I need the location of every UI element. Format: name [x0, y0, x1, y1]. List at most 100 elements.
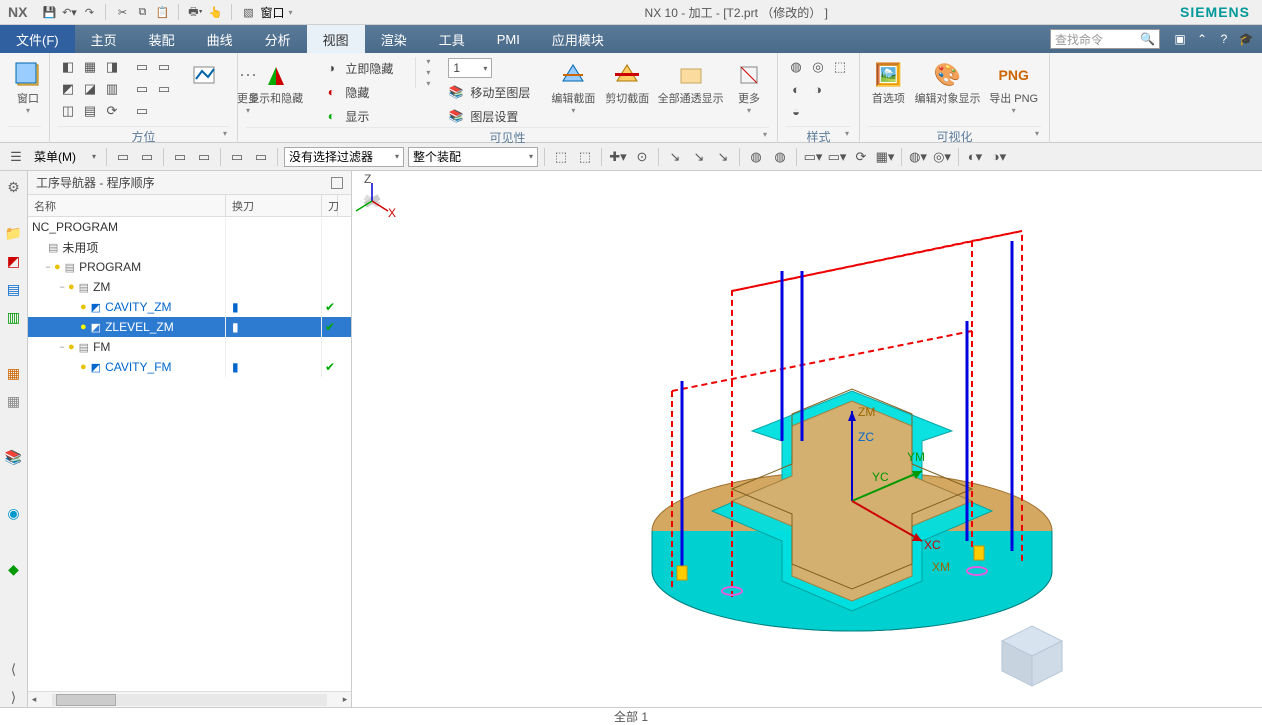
nav-wifi-icon[interactable]: ◉ [4, 503, 24, 523]
orient-icon-1[interactable]: ◧ [58, 57, 78, 77]
tree-zlevel-zm[interactable]: ●◩ZLEVEL_ZM▮✔ [28, 317, 351, 337]
hide-item[interactable]: ◐隐藏 [317, 81, 399, 103]
tab-home[interactable]: 主页 [75, 25, 133, 53]
nav-geom-icon[interactable]: ◩ [4, 251, 24, 271]
edit-object-display-button[interactable]: 🎨 编辑对象显示 [913, 57, 983, 108]
orient-icon-9[interactable]: ⟳ [102, 101, 122, 121]
tb-icon-17[interactable]: ◑▾ [989, 147, 1009, 167]
style-icon-3[interactable]: ⬚ [830, 57, 850, 77]
orient-view-1[interactable]: ▭ [132, 57, 152, 77]
orient-icon-6[interactable]: ▥ [102, 79, 122, 99]
show-item[interactable]: ◐显示 [317, 105, 399, 127]
tab-view[interactable]: 视图 [307, 25, 365, 53]
tb-icon-16[interactable]: ◐▾ [965, 147, 985, 167]
tree-unused[interactable]: ▤未用项 [28, 237, 351, 257]
tb-icon-9[interactable]: ◍ [770, 147, 790, 167]
tb-icon-8[interactable]: ◍ [746, 147, 766, 167]
preferences-button[interactable]: 🖼️ 首选项 [868, 57, 909, 108]
save-icon[interactable]: 💾 [41, 4, 57, 20]
print-icon[interactable]: 🖶▾ [187, 4, 203, 20]
col-name[interactable]: 名称 [28, 195, 226, 216]
sel-icon-6[interactable]: ▭ [251, 147, 271, 167]
tab-pmi[interactable]: PMI [481, 25, 536, 53]
nav-reuse-icon[interactable]: ▦ [4, 391, 24, 411]
layer-num-combo[interactable]: 1▾ [442, 57, 536, 79]
copy-icon[interactable]: ⧉ [134, 4, 150, 20]
command-search[interactable]: 查找命令 🔍 [1050, 29, 1160, 49]
tb-icon-3[interactable]: ✚▾ [608, 147, 628, 167]
orient-view-4[interactable]: ▭ [154, 79, 174, 99]
tree-fm[interactable]: −●▤FM [28, 337, 351, 357]
col-3[interactable]: 刀 [322, 195, 338, 216]
touch-icon[interactable]: 👆 [207, 4, 223, 20]
tree-root[interactable]: NC_PROGRAM [28, 217, 351, 237]
window-menu-label[interactable]: 窗口 [260, 4, 284, 21]
tab-curve[interactable]: 曲线 [191, 25, 249, 53]
orient-plot-button[interactable] [184, 57, 224, 93]
sel-icon-4[interactable]: ▭ [194, 147, 214, 167]
orient-icon-5[interactable]: ◪ [80, 79, 100, 99]
tab-analysis[interactable]: 分析 [249, 25, 307, 53]
cut-icon[interactable]: ✂ [114, 4, 130, 20]
window-icon[interactable]: ▧ [240, 4, 256, 20]
nav-part-icon[interactable]: ▦ [4, 363, 24, 383]
orient-icon-2[interactable]: ▦ [80, 57, 100, 77]
tb-icon-11[interactable]: ▭▾ [827, 147, 847, 167]
orient-icon-7[interactable]: ◫ [58, 101, 78, 121]
sel-icon-3[interactable]: ▭ [170, 147, 190, 167]
sel-icon-5[interactable]: ▭ [227, 147, 247, 167]
orient-icon-8[interactable]: ▤ [80, 101, 100, 121]
redo-icon[interactable]: ↷ [81, 4, 97, 20]
menu-icon[interactable]: ☰ [6, 147, 26, 167]
orient-view-2[interactable]: ▭ [154, 57, 174, 77]
tab-app[interactable]: 应用模块 [536, 25, 620, 53]
help-icon[interactable]: ? [1216, 31, 1232, 47]
graduation-icon[interactable]: 🎓 [1238, 31, 1254, 47]
style-icon-4[interactable]: ◐ [786, 79, 806, 99]
move-to-layer-item[interactable]: 📚移动至图层 [442, 81, 536, 103]
tb-icon-12[interactable]: ⟳ [851, 147, 871, 167]
orient-view-3[interactable]: ▭ [132, 79, 152, 99]
navigator-undock-icon[interactable] [331, 177, 343, 189]
show-hide-button[interactable]: 显示和隐藏 [246, 57, 305, 108]
graphics-viewport[interactable]: ZM ZC YM YC XC XM [352, 171, 1262, 707]
window-button[interactable]: 窗口 ▾ [8, 57, 48, 117]
tb-icon-10[interactable]: ▭▾ [803, 147, 823, 167]
tab-assembly[interactable]: 装配 [133, 25, 191, 53]
tb-icon-5[interactable]: ↘ [665, 147, 685, 167]
style-icon-1[interactable]: ◍ [786, 57, 806, 77]
orient-icon-4[interactable]: ◩ [58, 79, 78, 99]
navigator-tree[interactable]: NC_PROGRAM ▤未用项 −●▤PROGRAM −●▤ZM ●◩CAVIT… [28, 217, 351, 691]
tab-tool[interactable]: 工具 [423, 25, 481, 53]
tb-icon-2[interactable]: ⬚ [575, 147, 595, 167]
sel-icon-1[interactable]: ▭ [113, 147, 133, 167]
all-transparent-button[interactable]: 全部通透显示 [656, 57, 725, 108]
tb-icon-6[interactable]: ↘ [689, 147, 709, 167]
style-icon-6[interactable]: ◒ [786, 101, 806, 121]
orient-view-5[interactable]: ▭ [132, 101, 152, 121]
nav-tool-icon[interactable]: ▤ [4, 279, 24, 299]
tb-icon-4[interactable]: ⊙ [632, 147, 652, 167]
gear-icon[interactable]: ⚙ [4, 177, 24, 197]
navigator-hscroll[interactable]: ◂▸ [28, 691, 351, 707]
assembly-combo[interactable]: 整个装配▾ [408, 147, 538, 167]
nav-op-icon[interactable]: 📁 [4, 223, 24, 243]
tab-render[interactable]: 渲染 [365, 25, 423, 53]
tb-icon-1[interactable]: ⬚ [551, 147, 571, 167]
tab-file[interactable]: 文件(F) [0, 25, 75, 53]
tb-icon-13[interactable]: ▦▾ [875, 147, 895, 167]
tb-icon-15[interactable]: ◎▾ [932, 147, 952, 167]
nav-history-icon[interactable]: 📚 [4, 447, 24, 467]
paste-icon[interactable]: 📋 [154, 4, 170, 20]
layer-setting-item[interactable]: 📚图层设置 [442, 105, 536, 127]
clip-section-button[interactable]: 剪切截面 [602, 57, 652, 108]
col-tool[interactable]: 换刀 [226, 195, 322, 216]
tree-zm[interactable]: −●▤ZM [28, 277, 351, 297]
visibility-more-button[interactable]: 更多 ▾ [729, 57, 769, 117]
style-icon-2[interactable]: ◎ [808, 57, 828, 77]
orient-icon-3[interactable]: ◨ [102, 57, 122, 77]
restore-icon[interactable]: ▣ [1172, 31, 1188, 47]
menu-combo[interactable]: 菜单(M)▾ [30, 147, 100, 167]
nav-method-icon[interactable]: ▥ [4, 307, 24, 327]
nav-pin-icon[interactable]: ⟩ [4, 687, 24, 707]
